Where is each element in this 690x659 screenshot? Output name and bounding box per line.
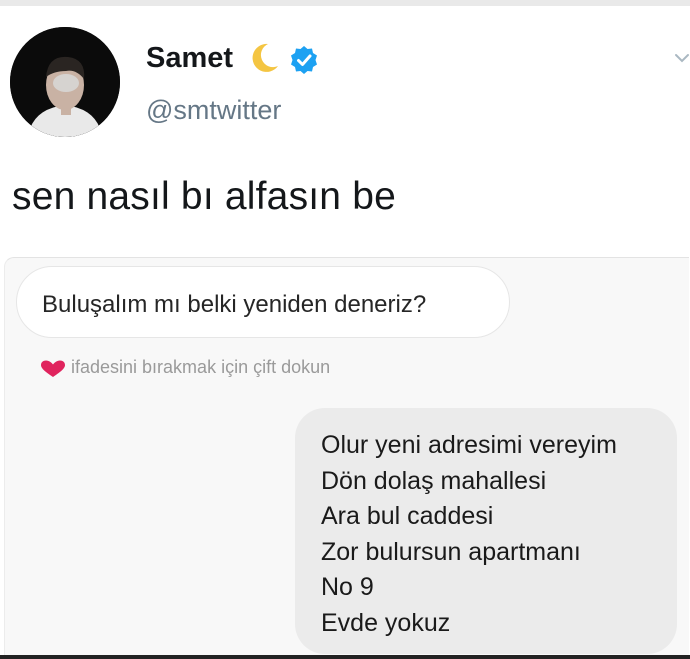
sent-message-line: Dön dolaş mahallesi xyxy=(321,466,547,495)
top-divider xyxy=(0,0,690,6)
sent-message-line: No 9 xyxy=(321,573,374,602)
avatar[interactable] xyxy=(10,27,120,137)
handle[interactable]: @smtwitter xyxy=(146,95,281,126)
sent-message-line: Zor bulursun apartmanı xyxy=(321,537,581,566)
received-message-text: Buluşalım mı belki yeniden deneriz? xyxy=(42,291,427,318)
heart-icon[interactable] xyxy=(40,360,66,378)
sent-message-line: Ara bul caddesi xyxy=(321,502,494,531)
avatar-photo xyxy=(10,27,120,137)
sent-message-text: Olur yeni adresimi vereyim Dön dolaş mah… xyxy=(321,428,617,642)
display-name[interactable]: Samet xyxy=(146,42,233,75)
crescent-moon-icon xyxy=(252,43,278,72)
sent-message-line: Evde yokuz xyxy=(321,608,451,637)
reaction-hint: ifadesini bırakmak için çift dokun xyxy=(71,357,331,377)
sent-message-line: Olur yeni adresimi vereyim xyxy=(321,431,617,459)
bottom-divider xyxy=(0,655,690,659)
tweet-text: sen nasıl bı alfasın be xyxy=(12,175,397,218)
chevron-down-icon[interactable] xyxy=(674,50,690,66)
verified-badge-icon xyxy=(291,46,317,74)
